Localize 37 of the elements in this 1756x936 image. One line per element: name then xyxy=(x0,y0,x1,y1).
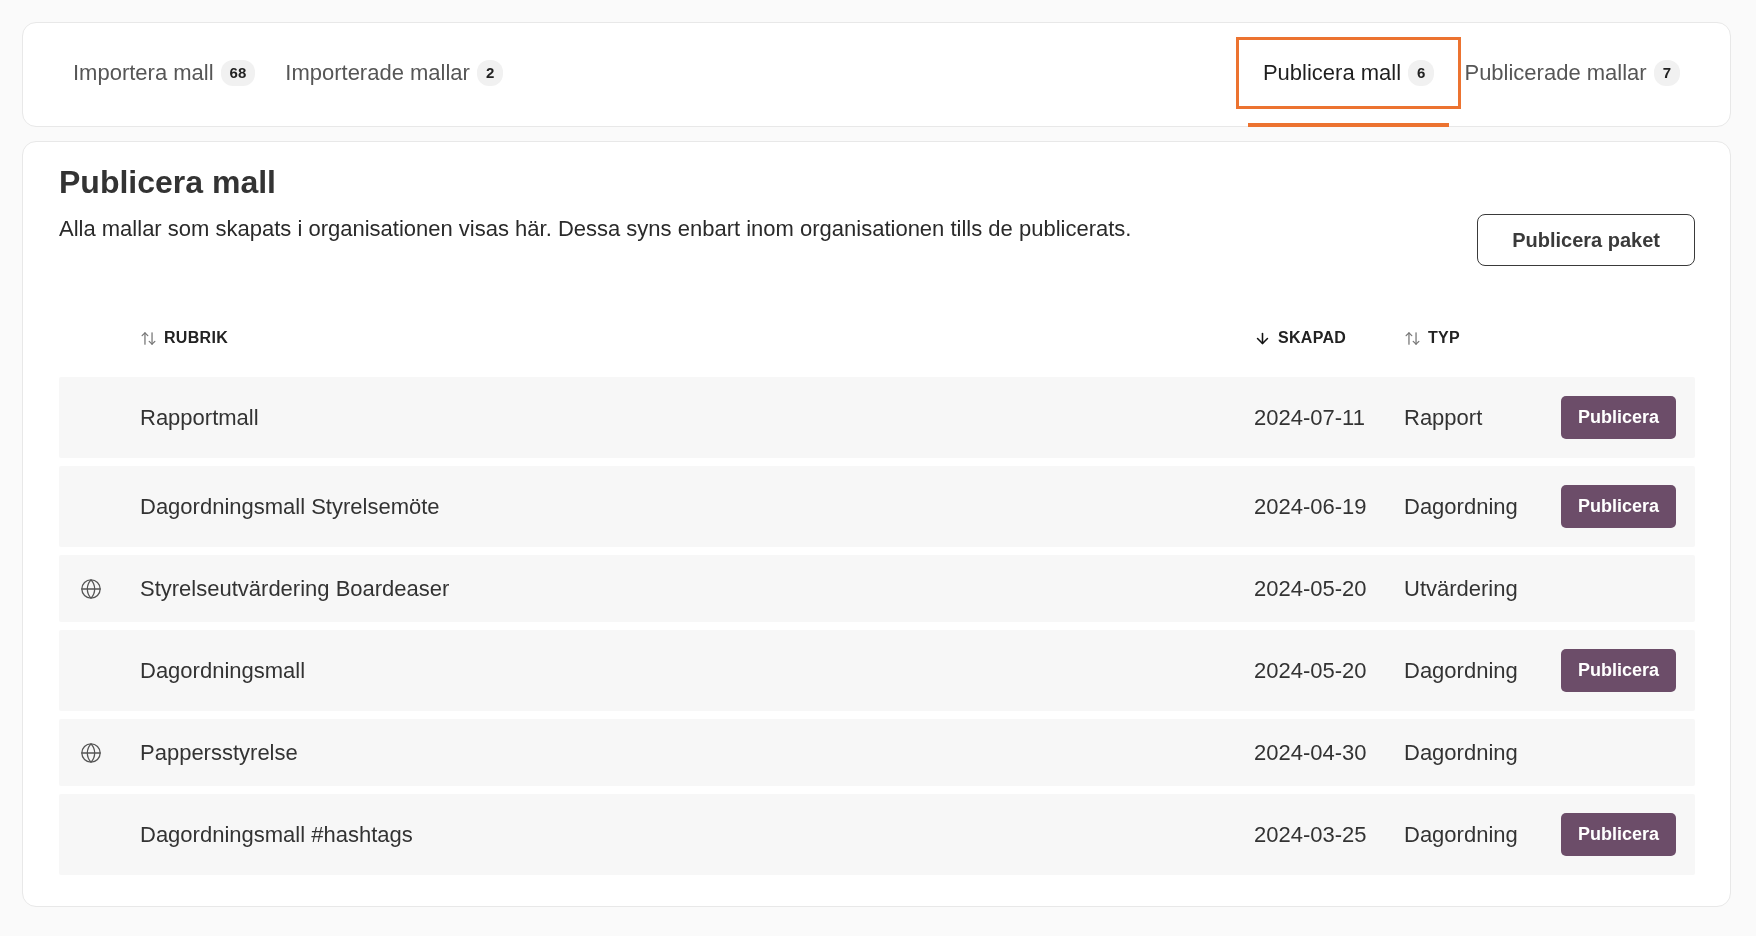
tab[interactable]: Importerade mallar 2 xyxy=(270,37,519,109)
publish-button[interactable]: Publicera xyxy=(1561,485,1676,528)
tab[interactable]: Publicera mall 6 xyxy=(1235,37,1462,109)
title-cell-text: Pappersstyrelse xyxy=(140,739,298,767)
title-cell-text: Styrelseutvärdering Boardeaser xyxy=(140,575,450,603)
type-cell-text: Rapport xyxy=(1404,404,1483,432)
type-cell-text: Dagordning xyxy=(1404,657,1518,685)
publish-button[interactable]: Publicera xyxy=(1561,396,1676,439)
date-cell-text: 2024-05-20 xyxy=(1254,657,1367,685)
up-down-arrows-icon xyxy=(140,329,157,347)
up-down-arrows-icon xyxy=(1404,329,1421,347)
date-cell-text: 2024-04-30 xyxy=(1254,739,1367,767)
tab-count: 7 xyxy=(1653,60,1680,86)
title-cell-text: Rapportmall xyxy=(140,404,259,432)
type-cell-text: Dagordning xyxy=(1404,821,1518,849)
date-cell-text: 2024-05-20 xyxy=(1254,575,1367,603)
date-cell-text: 2024-06-19 xyxy=(1254,493,1367,521)
column-header[interactable]: RUBRIK xyxy=(140,329,229,347)
type-cell-text: Dagordning xyxy=(1404,739,1518,767)
publish-button[interactable]: Publicera xyxy=(1561,813,1676,856)
page-title: Publicera mall xyxy=(59,163,276,202)
column-header[interactable]: SKAPAD xyxy=(1254,329,1347,347)
tab-count: 2 xyxy=(476,60,504,86)
tab[interactable]: Importera mall 68 xyxy=(58,37,271,109)
date-cell-text: 2024-07-11 xyxy=(1254,404,1365,432)
page-description: Alla mallar som skapats i organisationen visas här. Dessa syns enbart inom organisationen tills de publicerats. xyxy=(59,215,1132,243)
date-cell-text: 2024-03-25 xyxy=(1254,821,1367,849)
tab-count: 68 xyxy=(220,60,256,86)
column-header[interactable]: TYP xyxy=(1404,329,1461,347)
title-cell-text: Dagordningsmall #hashtags xyxy=(140,821,413,849)
publish-package-button[interactable]: Publicera paket xyxy=(1477,214,1695,266)
publish-button[interactable]: Publicera xyxy=(1561,649,1676,692)
title-cell-text: Dagordningsmall xyxy=(140,657,306,685)
title-cell-text: Dagordningsmall Styrelsemöte xyxy=(140,493,440,521)
type-cell-text: Utvärdering xyxy=(1404,575,1518,603)
tab-count: 6 xyxy=(1408,60,1435,86)
type-cell-text: Dagordning xyxy=(1404,493,1518,521)
